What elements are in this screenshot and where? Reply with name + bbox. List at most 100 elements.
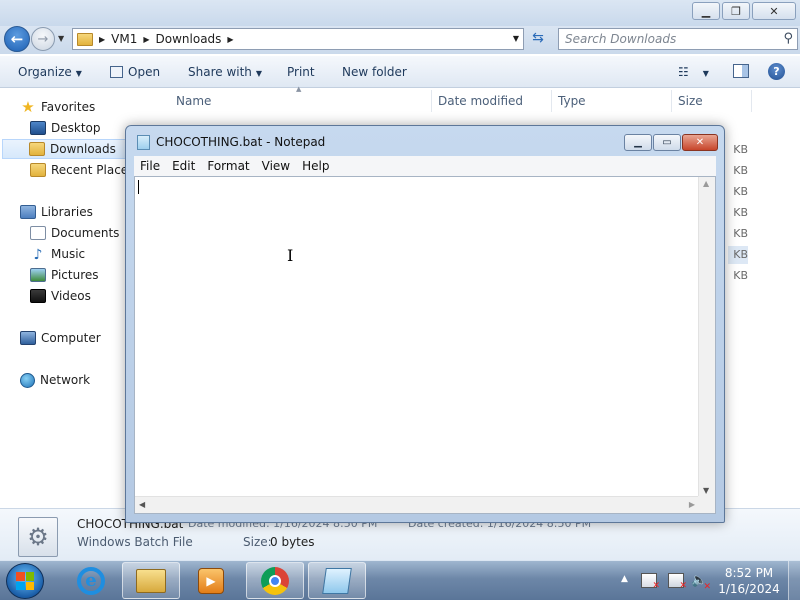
file-size-cell: KB [733,164,748,177]
preview-pane-icon[interactable] [733,64,749,78]
notepad-minimize-button[interactable]: ▁ [624,134,652,151]
notepad-menu-bar: File Edit Format View Help [134,156,716,176]
computer-icon [20,331,36,345]
breadcrumb-arrow-icon[interactable]: ▶ [227,35,233,44]
show-hidden-icons-arrow-icon[interactable]: ▲ [621,574,628,584]
videos-icon [30,289,46,303]
scroll-up-icon[interactable]: ▲ [703,179,709,188]
close-button[interactable]: ✕ [752,2,796,20]
notepad-maximize-button[interactable]: ▭ [653,134,681,151]
maximize-button[interactable]: ❐ [722,2,750,20]
new-folder-button[interactable]: New folder [342,65,407,79]
taskbar-internet-explorer[interactable]: e [62,562,120,599]
notepad-taskbar-icon [322,567,352,594]
notepad-title: CHOCOTHING.bat - Notepad [156,135,326,149]
notepad-icon [137,135,150,150]
file-size-cell: KB [733,269,748,282]
chrome-icon [261,566,289,595]
search-icon[interactable]: ⚲ [783,31,793,46]
breadcrumb-vm1[interactable]: VM1 [111,32,137,46]
windows-logo-icon [16,572,34,590]
downloads-folder-icon [29,142,45,156]
sidebar-item-videos[interactable]: Videos [30,286,91,306]
taskbar-chrome[interactable] [246,562,304,599]
command-toolbar: Organize ▼ Open Share with ▼ Print New fol… [0,56,800,88]
menu-file[interactable]: File [134,159,166,173]
batch-file-gear-icon: ⚙ [18,517,58,557]
folder-icon [77,32,93,46]
star-icon: ★ [21,98,35,116]
scroll-down-icon[interactable]: ▼ [703,486,709,495]
search-placeholder: Search Downloads [565,32,677,46]
explorer-titlebar: ▁ ❐ ✕ [0,0,800,26]
media-player-icon: ▶ [198,567,224,594]
column-header-type[interactable]: Type [550,90,672,112]
sidebar-item-documents[interactable]: Documents [30,223,119,243]
address-dropdown-icon[interactable]: ▼ [513,34,519,43]
recent-pages-dropdown[interactable]: ▼ [58,34,64,43]
address-bar[interactable]: ▶ VM1 ▶ Downloads ▶ ▼ [72,28,524,50]
sidebar-item-libraries[interactable]: Libraries [20,202,93,222]
menu-edit[interactable]: Edit [166,159,201,173]
taskbar-notepad[interactable] [308,562,366,599]
refresh-icon[interactable]: ⇆ [528,30,548,48]
taskbar-windows-explorer[interactable] [122,562,180,599]
volume-muted-icon[interactable]: 🔈 [691,573,711,592]
notepad-window-controls: ▁ ▭ ✕ [624,134,718,151]
vertical-scrollbar[interactable]: ▲ ▼ [698,177,715,497]
file-size-cell: KB [733,206,748,219]
change-view-button[interactable]: ☷ ▼ [678,65,709,79]
minimize-button[interactable]: ▁ [692,2,720,20]
open-button[interactable]: Open [110,65,160,79]
help-icon[interactable]: ? [768,63,785,80]
sidebar-item-computer[interactable]: Computer [20,328,101,348]
sidebar-item-network[interactable]: Network [20,370,90,390]
sidebar-item-favorites[interactable]: ★ Favorites [20,97,95,117]
menu-format[interactable]: Format [201,159,255,173]
sidebar-item-pictures[interactable]: Pictures [30,265,99,285]
navigation-bar: ← → ▼ ▶ VM1 ▶ Downloads ▶ ▼ ⇆ Search Dow… [0,26,800,54]
clock-time: 8:52 PM [724,566,774,580]
sidebar-item-desktop[interactable]: Desktop [30,118,101,138]
print-button[interactable]: Print [287,65,315,79]
menu-help[interactable]: Help [296,159,335,173]
column-header-name[interactable]: Name [168,90,432,112]
details-size-label: Size: [243,535,272,549]
notepad-text-area[interactable]: ▲ ▼ ◀ ▶ [134,176,716,514]
horizontal-scrollbar[interactable]: ◀ ▶ [135,496,699,513]
menu-view[interactable]: View [256,159,296,173]
notepad-close-button[interactable]: ✕ [682,134,718,151]
details-size-value: 0 bytes [270,535,315,549]
breadcrumb-arrow-icon[interactable]: ▶ [143,35,149,44]
music-icon: ♪ [33,247,43,263]
network-status-icon[interactable] [668,573,687,591]
sidebar-item-music[interactable]: ♪ Music [30,244,86,264]
documents-icon [30,226,46,240]
taskbar: e ▶ ▲ 🔈 8:52 PM 1/16/2024 [0,560,800,600]
ibeam-cursor-icon: I [287,246,294,265]
file-size-cell-selected: KB [728,246,748,264]
column-header-date-modified[interactable]: Date modified [430,90,552,112]
back-button[interactable]: ← [4,26,30,52]
scroll-left-icon[interactable]: ◀ [139,500,145,509]
scroll-right-icon[interactable]: ▶ [689,500,695,509]
breadcrumb-downloads[interactable]: Downloads [156,32,222,46]
notepad-window: CHOCOTHING.bat - Notepad ▁ ▭ ✕ File Edit… [125,125,725,523]
file-size-cell: KB [733,143,748,156]
action-center-flag-icon[interactable] [641,573,660,591]
start-button[interactable] [6,563,44,599]
resize-grip[interactable] [698,496,715,513]
pictures-icon [30,268,46,282]
breadcrumb-arrow-icon[interactable]: ▶ [99,35,105,44]
system-clock[interactable]: 8:52 PM 1/16/2024 [716,565,782,597]
desktop-icon [30,121,46,135]
search-input[interactable]: Search Downloads ⚲ [558,28,798,50]
column-header-size[interactable]: Size [670,90,752,112]
show-desktop-button[interactable] [788,561,800,600]
organize-button[interactable]: Organize ▼ [18,65,82,79]
share-with-button[interactable]: Share with ▼ [188,65,262,79]
sidebar-item-recent-places[interactable]: Recent Places [30,160,134,180]
forward-button[interactable]: → [31,27,55,51]
taskbar-media-player[interactable]: ▶ [182,562,240,599]
text-caret [138,180,139,194]
